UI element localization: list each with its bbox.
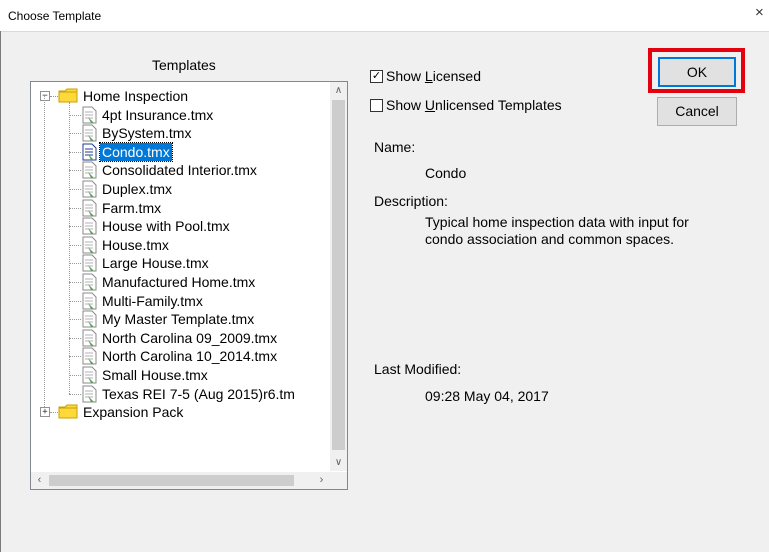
template-file-icon <box>81 385 98 404</box>
description-line-1: Typical home inspection data with input … <box>425 214 689 230</box>
template-file-icon <box>81 161 98 180</box>
template-file-icon <box>81 347 98 366</box>
templates-tree[interactable]: − Home Inspection 4pt Insurance.tmx BySyste… <box>30 81 348 490</box>
title-bar: Choose Template × <box>0 0 769 32</box>
template-file-icon <box>81 310 98 329</box>
scroll-up-arrow-icon[interactable]: ∧ <box>330 82 347 99</box>
tree-item-template[interactable]: BySystem.tmx <box>100 124 193 142</box>
folder-icon <box>58 404 78 419</box>
tree-folder-label[interactable]: Home Inspection <box>81 87 190 105</box>
window-title: Choose Template <box>8 9 102 23</box>
template-file-icon <box>81 236 98 255</box>
window-border <box>0 31 1 552</box>
close-icon[interactable]: × <box>755 4 769 21</box>
collapse-icon[interactable]: − <box>40 91 50 101</box>
checkbox-unchecked-icon[interactable] <box>370 98 383 112</box>
tree-guide <box>69 337 81 339</box>
ok-highlight-box <box>648 48 745 93</box>
tree-guide <box>69 170 81 172</box>
tree-guide <box>69 114 81 116</box>
horizontal-scroll-thumb[interactable] <box>49 475 294 486</box>
tree-item-template[interactable]: My Master Template.tmx <box>100 310 256 328</box>
tree-item-template[interactable]: Consolidated Interior.tmx <box>100 161 259 179</box>
last-modified-value: 09:28 May 04, 2017 <box>425 388 549 404</box>
tree-guide <box>44 96 45 408</box>
show-licensed-label: Show Licensed <box>386 68 481 84</box>
vertical-scrollbar[interactable]: ∧ ∨ <box>330 82 347 471</box>
template-file-icon <box>81 199 98 218</box>
tree-item-template[interactable]: 4pt Insurance.tmx <box>100 106 215 124</box>
tree-guide <box>69 300 81 302</box>
template-file-icon <box>81 217 98 236</box>
description-line-2: condo association and common spaces. <box>425 231 675 247</box>
tree-guide <box>69 393 81 395</box>
tree-item-template[interactable]: House with Pool.tmx <box>100 217 232 235</box>
scroll-down-arrow-icon[interactable]: ∨ <box>330 454 347 471</box>
tree-item-template[interactable]: Farm.tmx <box>100 199 163 217</box>
tree-item-template[interactable]: House.tmx <box>100 236 171 254</box>
tree-guide <box>69 375 81 376</box>
last-modified-label: Last Modified: <box>374 361 462 377</box>
template-file-icon <box>81 273 98 292</box>
tree-guide <box>69 244 81 246</box>
templates-label: Templates <box>152 57 216 73</box>
scroll-left-arrow-icon[interactable]: ‹ <box>31 472 48 489</box>
tree-guide <box>69 226 81 228</box>
template-file-icon <box>81 180 98 199</box>
tree-guide <box>69 151 81 153</box>
tree-item-template[interactable]: Duplex.tmx <box>100 180 174 198</box>
tree-item-template[interactable]: North Carolina 09_2009.tmx <box>100 329 279 347</box>
tree-guide <box>69 101 70 395</box>
show-unlicensed-checkbox[interactable]: Show Unlicensed Templates <box>370 97 562 113</box>
template-file-icon <box>81 292 98 311</box>
tree-guide <box>69 319 81 321</box>
tree-item-template[interactable]: Condo.tmx <box>99 141 173 162</box>
template-file-icon <box>81 106 98 125</box>
vertical-scroll-thumb[interactable] <box>332 100 345 450</box>
tree-guide <box>50 412 58 414</box>
template-file-icon <box>81 124 98 143</box>
show-licensed-checkbox[interactable]: ✓ Show Licensed <box>370 68 481 84</box>
scroll-corner <box>330 472 347 489</box>
tree-item-template[interactable]: North Carolina 10_2014.tmx <box>100 347 279 365</box>
tree-item-template[interactable]: Texas REI 7-5 (Aug 2015)r6.tm <box>100 385 297 403</box>
tree-item-template[interactable]: Large House.tmx <box>100 254 211 272</box>
tree-guide <box>69 356 81 358</box>
tree-guide <box>69 207 81 209</box>
name-value: Condo <box>425 165 467 181</box>
tree-item-template[interactable]: Manufactured Home.tmx <box>100 273 257 291</box>
show-unlicensed-label: Show Unlicensed Templates <box>386 97 562 113</box>
template-file-icon <box>81 254 98 273</box>
name-label: Name: <box>374 139 416 155</box>
tree-guide <box>69 189 81 190</box>
cancel-button[interactable]: Cancel <box>657 97 737 126</box>
tree-guide <box>69 133 81 135</box>
tree-folder-label[interactable]: Expansion Pack <box>81 403 185 421</box>
checkbox-checked-icon[interactable]: ✓ <box>370 69 383 83</box>
tree-content: − Home Inspection 4pt Insurance.tmx BySyste… <box>31 82 330 471</box>
template-file-icon <box>81 329 98 348</box>
expand-icon[interactable]: + <box>40 407 50 418</box>
tree-guide <box>50 96 58 97</box>
tree-item-template[interactable]: Small House.tmx <box>100 366 210 384</box>
folder-icon <box>58 88 78 103</box>
scroll-right-arrow-icon[interactable]: › <box>313 472 330 489</box>
horizontal-scrollbar[interactable]: ‹ › <box>31 472 330 489</box>
tree-item-template[interactable]: Multi-Family.tmx <box>100 292 205 310</box>
tree-guide <box>69 282 81 283</box>
description-label: Description: <box>374 193 448 209</box>
tree-guide <box>69 263 81 265</box>
template-file-icon <box>81 366 98 385</box>
template-selected-file-icon <box>81 143 98 162</box>
